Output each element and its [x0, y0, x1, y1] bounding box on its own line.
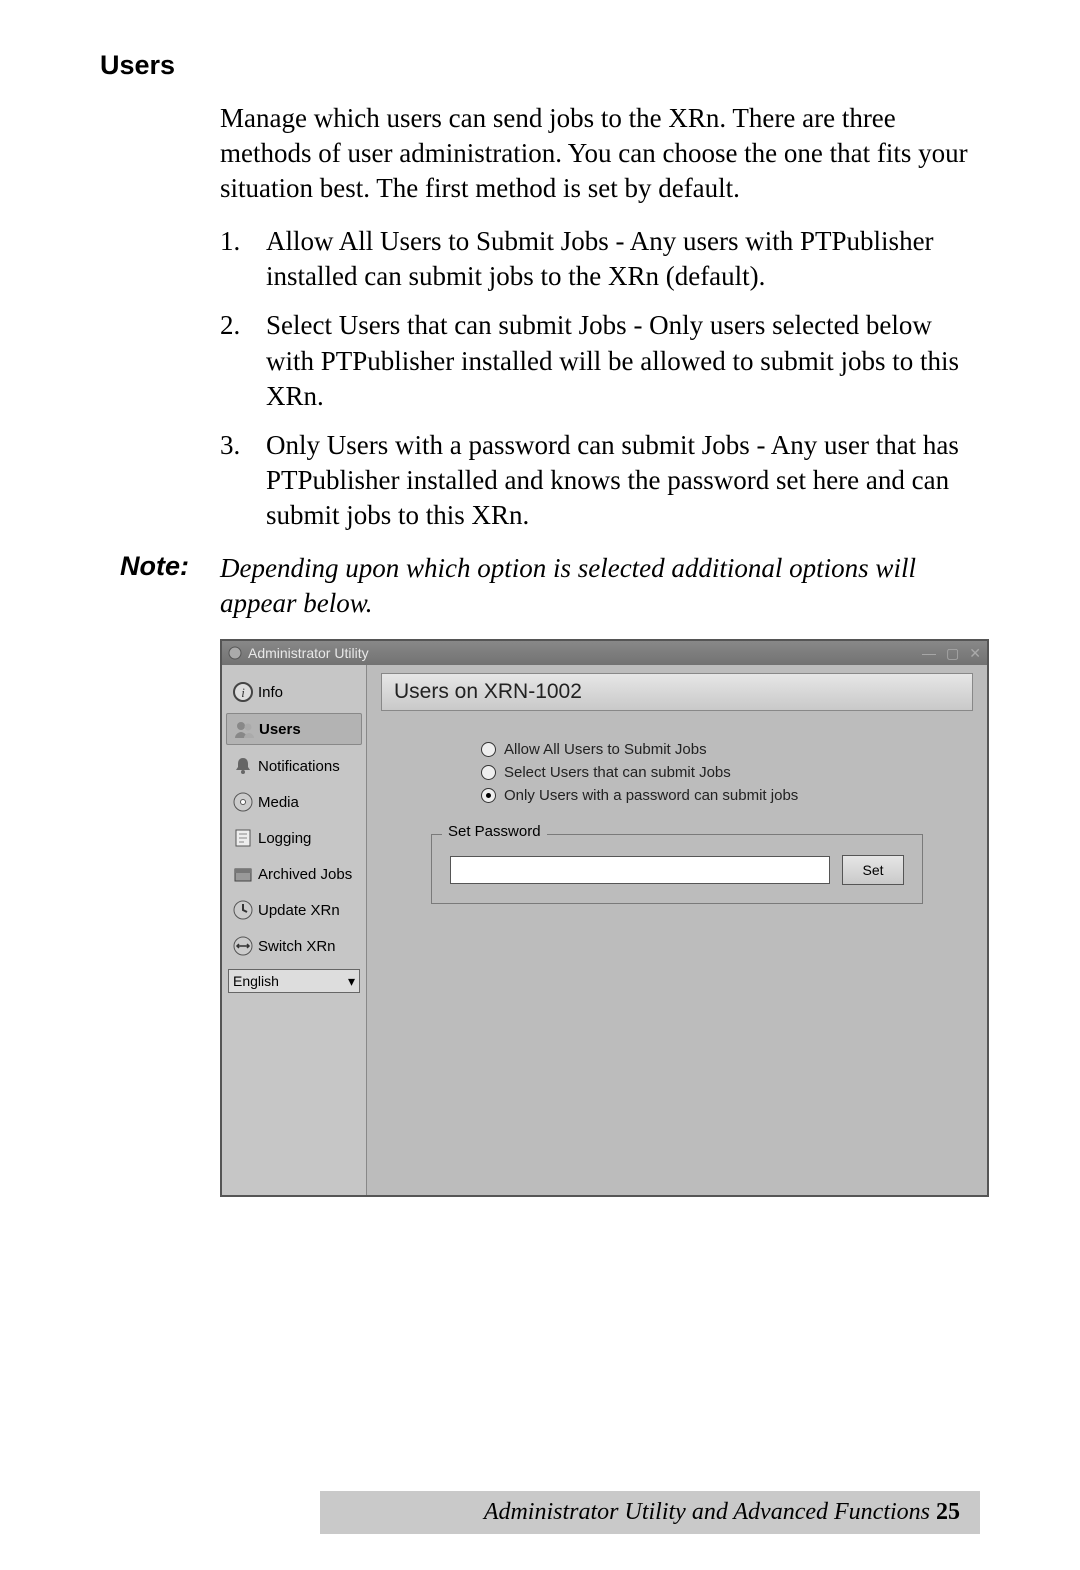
- admin-utility-window: Administrator Utility — ▢ ✕ i Info Users: [220, 639, 989, 1197]
- log-icon: [232, 827, 254, 849]
- content-header: Users on XRN-1002: [381, 673, 973, 711]
- sidebar-item-label: Notifications: [258, 758, 340, 775]
- sidebar-item-notifications[interactable]: Notifications: [226, 751, 362, 781]
- sidebar-item-info[interactable]: i Info: [226, 677, 362, 707]
- app-icon: [228, 646, 242, 660]
- sidebar-item-switch-xrn[interactable]: Switch XRn: [226, 931, 362, 961]
- window-titlebar: Administrator Utility — ▢ ✕: [222, 641, 987, 665]
- list-item-text: Allow All Users to Submit Jobs - Any use…: [266, 224, 980, 294]
- page-footer: Administrator Utility and Advanced Funct…: [320, 1491, 980, 1534]
- radio-select-users[interactable]: Select Users that can submit Jobs: [481, 764, 973, 781]
- info-icon: i: [232, 681, 254, 703]
- language-select[interactable]: English ▾: [228, 969, 360, 993]
- list-item: 3.Only Users with a password can submit …: [220, 428, 980, 533]
- sidebar-item-label: Info: [258, 684, 283, 701]
- sidebar: i Info Users Notifications Media L: [222, 665, 367, 1195]
- radio-icon: [481, 742, 496, 757]
- sidebar-item-label: Archived Jobs: [258, 866, 352, 883]
- list-item-text: Select Users that can submit Jobs - Only…: [266, 308, 980, 413]
- footer-text: Administrator Utility and Advanced Funct…: [484, 1499, 930, 1525]
- sidebar-item-label: Update XRn: [258, 902, 340, 919]
- list-item: 2.Select Users that can submit Jobs - On…: [220, 308, 980, 413]
- minimize-button[interactable]: —: [922, 645, 936, 662]
- intro-paragraph: Manage which users can send jobs to the …: [220, 101, 980, 206]
- set-button[interactable]: Set: [842, 855, 904, 885]
- list-item-text: Only Users with a password can submit Jo…: [266, 428, 980, 533]
- svg-text:i: i: [241, 685, 245, 700]
- sidebar-item-label: Media: [258, 794, 299, 811]
- radio-label: Only Users with a password can submit jo…: [504, 787, 798, 804]
- note-label: Note:: [120, 551, 220, 582]
- sidebar-item-media[interactable]: Media: [226, 787, 362, 817]
- disc-icon: [232, 791, 254, 813]
- list-item: 1.Allow All Users to Submit Jobs - Any u…: [220, 224, 980, 294]
- radio-icon: [481, 788, 496, 803]
- section-heading: Users: [100, 50, 980, 81]
- chevron-down-icon: ▾: [348, 973, 355, 990]
- note-text: Depending upon which option is selected …: [220, 551, 980, 621]
- content-pane: Users on XRN-1002 Allow All Users to Sub…: [367, 665, 987, 1195]
- sidebar-item-update-xrn[interactable]: Update XRn: [226, 895, 362, 925]
- radio-allow-all[interactable]: Allow All Users to Submit Jobs: [481, 741, 973, 758]
- sidebar-item-label: Switch XRn: [258, 938, 336, 955]
- bell-icon: [232, 755, 254, 777]
- window-title: Administrator Utility: [248, 645, 369, 661]
- password-input[interactable]: [450, 856, 830, 884]
- fieldset-legend: Set Password: [442, 823, 547, 840]
- archive-icon: [232, 863, 254, 885]
- close-button[interactable]: ✕: [969, 645, 981, 662]
- set-password-fieldset: Set Password Set: [431, 834, 923, 904]
- numbered-list: 1.Allow All Users to Submit Jobs - Any u…: [220, 224, 980, 533]
- update-icon: [232, 899, 254, 921]
- radio-label: Allow All Users to Submit Jobs: [504, 741, 707, 758]
- radio-label: Select Users that can submit Jobs: [504, 764, 731, 781]
- radio-icon: [481, 765, 496, 780]
- maximize-button[interactable]: ▢: [946, 645, 959, 662]
- radio-password-users[interactable]: Only Users with a password can submit jo…: [481, 787, 973, 804]
- sidebar-item-archived-jobs[interactable]: Archived Jobs: [226, 859, 362, 889]
- users-icon: [233, 718, 255, 740]
- sidebar-item-label: Users: [259, 721, 301, 738]
- switch-icon: [232, 935, 254, 957]
- sidebar-item-label: Logging: [258, 830, 311, 847]
- sidebar-item-logging[interactable]: Logging: [226, 823, 362, 853]
- page-number: 25: [936, 1499, 960, 1525]
- radio-group: Allow All Users to Submit Jobs Select Us…: [481, 741, 973, 804]
- sidebar-item-users[interactable]: Users: [226, 713, 362, 745]
- language-value: English: [233, 973, 279, 989]
